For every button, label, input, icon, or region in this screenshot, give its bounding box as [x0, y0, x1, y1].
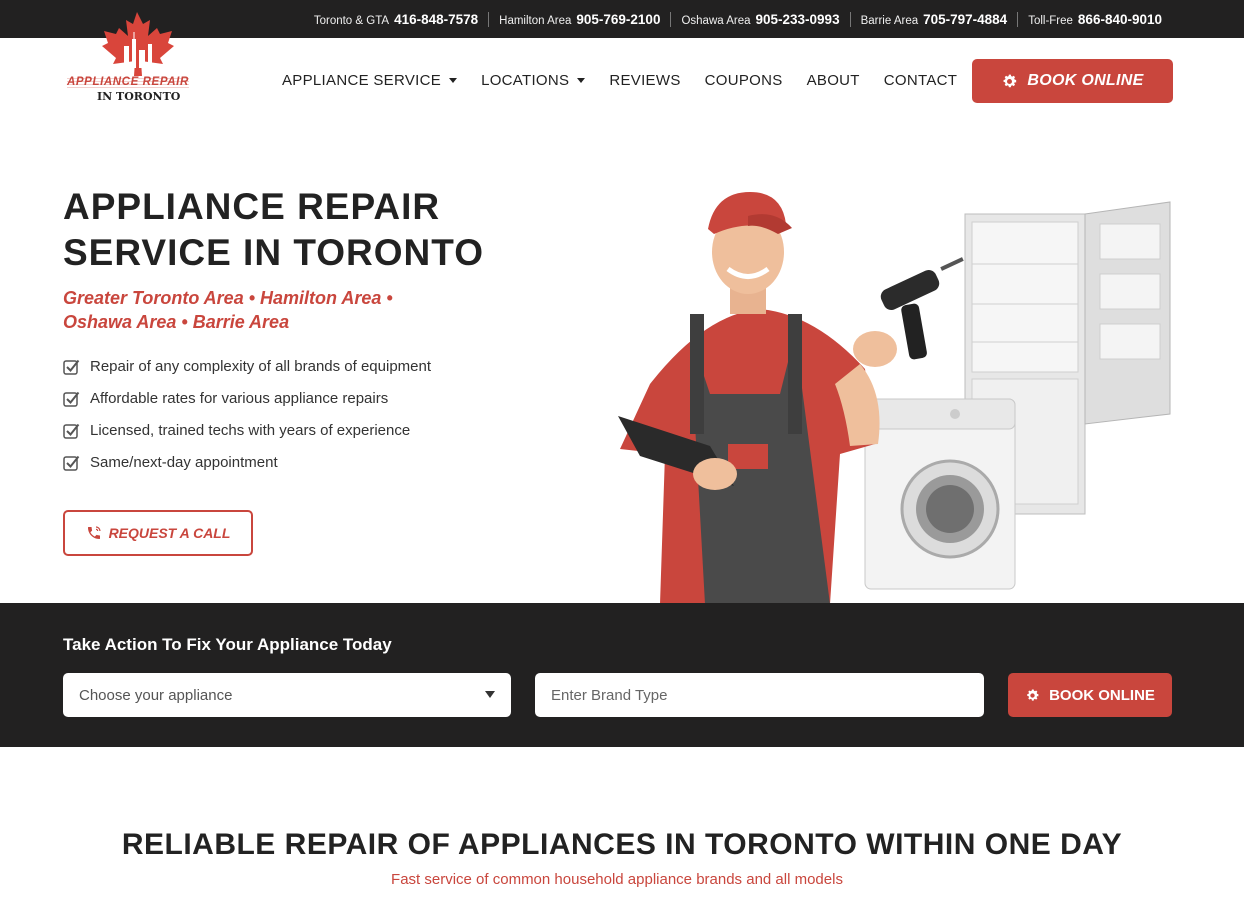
nav-label: CONTACT — [883, 71, 958, 89]
site-logo[interactable]: APPLIANCE REPAIR IN TORONTO — [64, 6, 214, 106]
checkbox-check-icon — [63, 422, 80, 439]
phone-area-label: Barrie Area — [860, 14, 919, 27]
hero-title-line1: APPLIANCE REPAIR — [63, 186, 441, 227]
action-bar: Take Action To Fix Your Appliance Today … — [0, 603, 1244, 747]
nav-locations[interactable]: LOCATIONS — [481, 71, 586, 89]
checkbox-check-icon — [63, 454, 80, 471]
phone-number[interactable]: 705-797-4884 — [923, 12, 1007, 27]
caret-down-icon — [577, 78, 586, 83]
list-item: Repair of any complexity of all brands o… — [63, 350, 431, 382]
gear-icon — [1003, 74, 1017, 87]
nav-label: COUPONS — [704, 71, 783, 89]
list-item: Licensed, trained techs with years of ex… — [63, 414, 431, 446]
feature-text: Repair of any complexity of all brands o… — [90, 357, 432, 375]
nav-contact[interactable]: CONTACT — [884, 72, 957, 89]
book-online-label: BOOK ONLINE — [1049, 686, 1155, 704]
phone-number[interactable]: 866-840-9010 — [1078, 12, 1162, 27]
book-online-label: BOOK ONLINE — [1027, 72, 1144, 89]
nav-about[interactable]: ABOUT — [807, 72, 860, 89]
feature-text: Licensed, trained techs with years of ex… — [90, 421, 411, 439]
phone-area-label: Oshawa Area — [681, 14, 751, 27]
logo-text-secondary: IN TORONTO — [97, 90, 181, 103]
phone-oshawa[interactable]: Oshawa Area 905-233-0993 — [670, 11, 849, 27]
request-call-button[interactable]: REQUEST A CALL — [63, 510, 253, 556]
feature-list: Repair of any complexity of all brands o… — [63, 350, 431, 478]
appliance-select-value: Choose your appliance — [79, 686, 233, 704]
checkbox-check-icon — [63, 358, 80, 375]
hero-title-line2: SERVICE IN TORONTO — [63, 232, 484, 273]
service-areas: Greater Toronto Area • Hamilton Area • O… — [63, 288, 393, 332]
nav-label: APPLIANCE SERVICE — [282, 71, 442, 89]
list-item: Same/next-day appointment — [63, 446, 431, 478]
nav-coupons[interactable]: COUPONS — [705, 72, 783, 89]
maple-leaf-skyline-icon — [102, 12, 174, 76]
list-item: Affordable rates for various appliance r… — [63, 382, 431, 414]
main-nav: APPLIANCE SERVICE LOCATIONS REVIEWS COUP… — [282, 38, 981, 122]
phone-icon — [87, 526, 101, 539]
book-online-button-secondary[interactable]: BOOK ONLINE — [1008, 673, 1172, 717]
feature-text: Same/next-day appointment — [90, 453, 278, 471]
section-subtitle: Fast service of common household applian… — [391, 871, 843, 888]
appliance-select[interactable]: Choose your appliance — [63, 673, 511, 717]
phone-hamilton[interactable]: Hamilton Area 905-769-2100 — [488, 11, 670, 27]
action-heading: Take Action To Fix Your Appliance Today — [63, 635, 392, 654]
phone-area-label: Toronto & GTA — [313, 14, 390, 27]
caret-down-icon — [449, 78, 458, 83]
nav-label: REVIEWS — [609, 71, 681, 89]
book-online-button[interactable]: BOOK ONLINE — [972, 59, 1173, 103]
brand-type-input[interactable] — [535, 673, 984, 717]
phone-number[interactable]: 905-769-2100 — [576, 12, 660, 27]
phone-barrie[interactable]: Barrie Area 705-797-4884 — [849, 11, 1018, 27]
nav-label: LOCATIONS — [481, 71, 570, 89]
phone-area-label: Toll-Free — [1028, 14, 1073, 27]
hero-section: APPLIANCE REPAIR SERVICE IN TORONTO Grea… — [0, 122, 1244, 604]
site-header: APPLIANCE REPAIR IN TORONTO APPLIANCE SE… — [0, 12, 1244, 122]
gear-icon — [1027, 688, 1039, 701]
phone-tollfree[interactable]: Toll-Free 866-840-9010 — [1017, 11, 1172, 27]
section-title: RELIABLE REPAIR OF APPLIANCES IN TORONTO… — [121, 828, 1123, 861]
nav-label: ABOUT — [806, 71, 860, 89]
checkbox-check-icon — [63, 390, 80, 407]
phone-area-label: Hamilton Area — [499, 14, 572, 27]
nav-appliance-service[interactable]: APPLIANCE SERVICE — [282, 71, 458, 89]
request-call-label: REQUEST A CALL — [108, 525, 231, 541]
logo-text-primary: APPLIANCE REPAIR — [67, 76, 189, 88]
hero-title: APPLIANCE REPAIR SERVICE IN TORONTO — [63, 184, 484, 276]
technician-with-appliances-image — [618, 192, 1171, 604]
feature-text: Affordable rates for various appliance r… — [90, 389, 389, 407]
phone-number[interactable]: 905-233-0993 — [756, 12, 840, 27]
caret-down-icon — [485, 691, 495, 698]
phone-toronto[interactable]: Toronto & GTA 416-848-7578 — [304, 12, 488, 27]
nav-reviews[interactable]: REVIEWS — [609, 72, 680, 89]
phone-number[interactable]: 416-848-7578 — [394, 12, 478, 27]
